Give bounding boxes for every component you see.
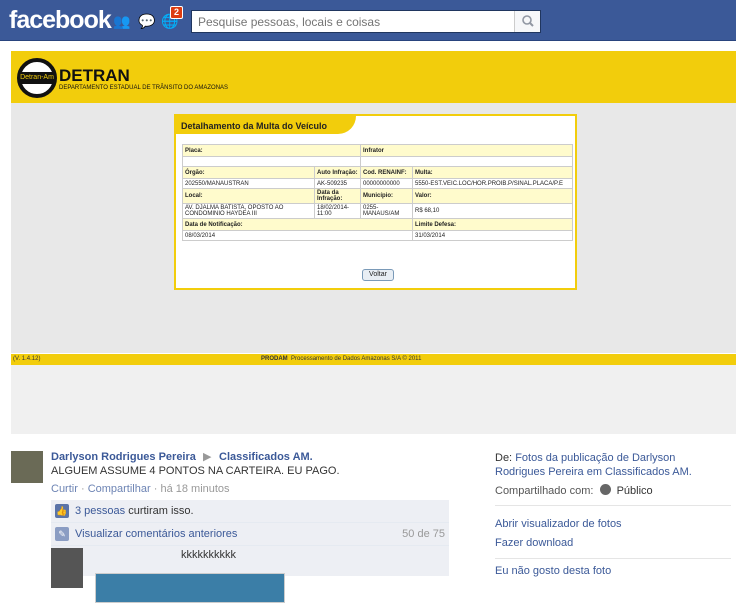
value-cod-renainf: 00000000000: [360, 178, 413, 189]
divider: [495, 558, 731, 559]
footer-brand: PRODAM: [261, 356, 288, 362]
shared-with: Compartilhado com: Público: [495, 484, 653, 497]
fine-detail-panel: Detalhamento da Multa do Veículo Placa: …: [174, 114, 577, 290]
detran-logo: Detran-Am: [17, 58, 57, 98]
view-previous-comments-link[interactable]: Visualizar comentários anteriores: [75, 528, 237, 540]
detran-header: Detran-Am DETRAN DEPARTAMENTO ESTADUAL D…: [11, 51, 736, 103]
detran-subtitle: DEPARTAMENTO ESTADUAL DE TRÂNSITO DO AMA…: [59, 85, 229, 91]
footer-copyright: PRODAM Processamento de Dados Amazonas S…: [261, 354, 421, 365]
search-icon: [522, 15, 534, 27]
view-previous-row: ✎ Visualizar comentários anteriores 50 de…: [51, 523, 449, 546]
facebook-logo[interactable]: facebook: [9, 6, 112, 35]
comment-item: kkkkkkkkkk: [51, 546, 449, 588]
shared-with-value[interactable]: Público: [617, 485, 653, 497]
from-line: De: Fotos da publicação de Darlyson Rodr…: [495, 451, 727, 479]
likes-text: curtiram isso.: [125, 505, 194, 517]
value-data-notificacao: 08/03/2014: [182, 230, 413, 241]
dislike-photo-link[interactable]: Eu não gosto desta foto: [495, 565, 611, 577]
label-data-notificacao: Data de Notificação:: [182, 218, 413, 231]
fine-detail-table: Placa: Infrator Órgão: Auto Infração: Co…: [182, 144, 573, 241]
globe-icon: [599, 484, 611, 495]
messages-icon[interactable]: 💬: [138, 13, 155, 29]
arrow-right-icon: ▶: [203, 451, 212, 463]
voltar-button: Voltar: [362, 269, 394, 281]
label-placa: Placa:: [182, 144, 361, 157]
photo-sidebar: De: Fotos da publicação de Darlyson Rodr…: [495, 451, 731, 577]
label-cod-renainf: Cod. RENAINF:: [360, 166, 413, 179]
label-valor: Valor:: [412, 188, 573, 204]
post-timestamp[interactable]: há 18 minutos: [160, 483, 229, 495]
search-button[interactable]: [514, 11, 540, 32]
value-data-infracao: 18/02/2014-11:00: [314, 203, 361, 219]
search-input[interactable]: [192, 11, 512, 32]
likes-row: 👍 3 pessoas curtiram isso.: [51, 500, 449, 523]
detran-footer: (V. 1.4.12) PRODAM Processamento de Dado…: [11, 354, 736, 365]
footer-version: (V. 1.4.12): [13, 356, 41, 362]
commenter-avatar[interactable]: [51, 548, 83, 588]
share-link[interactable]: Compartilhar: [88, 483, 151, 495]
footer-copy: Processamento de Dados Amazonas S/A © 20…: [291, 356, 422, 362]
search-box: [191, 10, 541, 33]
label-municipio: Município:: [360, 188, 413, 204]
detran-bottom: [11, 365, 736, 434]
comment-icon: ✎: [55, 527, 69, 542]
label-limite-defesa: Limite Defesa:: [412, 218, 573, 231]
value-orgao: 202550/MANAUSTRAN: [182, 178, 315, 189]
label-infrator: Infrator: [360, 144, 573, 157]
like-link[interactable]: Curtir: [51, 483, 78, 495]
value-multa: 5550-EST.VEIC.LOC/HOR.PROIB.P/SINAL.PLAC…: [412, 178, 573, 189]
detran-title: DETRAN: [59, 66, 130, 85]
value-placa: [182, 156, 361, 167]
shared-with-label: Compartilhado com:: [495, 485, 594, 497]
from-label: De:: [495, 452, 513, 464]
post-actions: Curtir · Compartilhar · há 18 minutos: [51, 483, 230, 495]
value-auto-infracao: AK-509235: [314, 178, 361, 189]
post-group-link[interactable]: Classificados AM.: [219, 451, 313, 463]
post-text: ALGUEM ASSUME 4 PONTOS NA CARTEIRA. EU P…: [51, 465, 340, 477]
comment-attachment-image[interactable]: [95, 573, 285, 603]
label-orgao: Órgão:: [182, 166, 315, 179]
value-municipio: 0255-MANAUS/AM: [360, 203, 413, 219]
photo-viewer[interactable]: Detran-Am DETRAN DEPARTAMENTO ESTADUAL D…: [11, 46, 736, 434]
download-link[interactable]: Fazer download: [495, 537, 573, 549]
post-author-link[interactable]: Darlyson Rodrigues Pereira: [51, 451, 196, 463]
top-bar: facebook 👥 💬 🌐 2: [0, 0, 736, 41]
comment-text: kkkkkkkkkk: [181, 549, 236, 561]
divider: [495, 505, 731, 506]
value-local: AV. DJALMA BATISTA, OPOSTO AO CONDOMINIO…: [182, 203, 315, 219]
label-local: Local:: [182, 188, 315, 204]
from-album-link[interactable]: Fotos da publicação de Darlyson Rodrigue…: [495, 452, 692, 478]
label-data-infracao: Data da Infração:: [314, 188, 361, 204]
thumbs-up-icon: 👍: [55, 504, 69, 519]
friend-requests-icon[interactable]: 👥: [113, 13, 130, 29]
likes-link[interactable]: 3 pessoas: [75, 505, 125, 517]
open-photo-viewer-link[interactable]: Abrir visualizador de fotos: [495, 518, 622, 530]
notifications-badge: 2: [170, 6, 184, 19]
author-avatar[interactable]: [11, 451, 43, 483]
feedback-box: 👍 3 pessoas curtiram isso. ✎ Visualizar co…: [51, 500, 449, 588]
comments-count: 50 de 75: [402, 528, 445, 540]
panel-title: Detalhamento da Multa do Veículo: [176, 116, 356, 134]
label-multa: Multa:: [412, 166, 573, 179]
label-auto-infracao: Auto Infração:: [314, 166, 361, 179]
value-limite-defesa: 31/03/2014: [412, 230, 573, 241]
detran-logo-text: Detran-Am: [19, 72, 55, 84]
value-valor: R$ 68,10: [412, 203, 573, 219]
value-infrator: [360, 156, 573, 167]
